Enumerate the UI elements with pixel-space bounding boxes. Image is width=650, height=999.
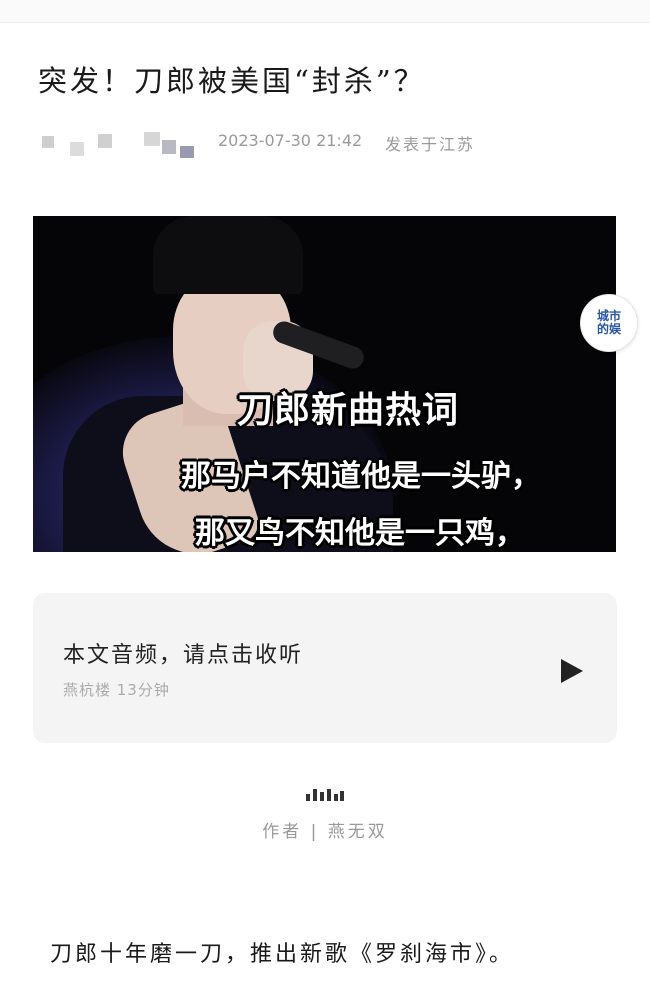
hero-caption-title: 刀郎新曲热词: [237, 390, 460, 431]
publish-location: 发表于江苏: [385, 135, 476, 154]
singer-cap: [153, 216, 303, 294]
article-title: 突发！刀郎被美国“封杀”？: [38, 64, 426, 98]
city-entertainment-badge[interactable]: 城市 的娱: [580, 294, 638, 352]
hero-caption-line-2: 那又鸟不知他是一只鸡，: [195, 516, 525, 551]
status-bar-area: [0, 0, 650, 23]
badge-line-2: 的娱: [596, 322, 621, 336]
hero-image[interactable]: 刀郎新曲热词 那马户不知道他是一头驴， 那又鸟不知他是一只鸡，: [33, 216, 616, 552]
audio-title: 本文音频，请点击收听: [63, 643, 304, 668]
audio-subtitle: 燕杭楼 13分钟: [63, 681, 170, 699]
divider-bars-icon: [306, 789, 344, 801]
article-meta: 2023-07-30 21:42 发表于江苏: [40, 128, 640, 158]
audio-card[interactable]: 本文音频，请点击收听 燕杭楼 13分钟: [33, 593, 617, 743]
author-line: 作者 | 燕无双: [262, 822, 388, 842]
publish-date: 2023-07-30 21:42: [218, 131, 363, 150]
hero-caption-line-1: 那马户不知道他是一头驴，: [181, 459, 541, 494]
article-paragraph: 刀郎十年磨一刀，推出新歌《罗刹海市》。: [50, 942, 515, 967]
play-icon[interactable]: [561, 659, 583, 683]
